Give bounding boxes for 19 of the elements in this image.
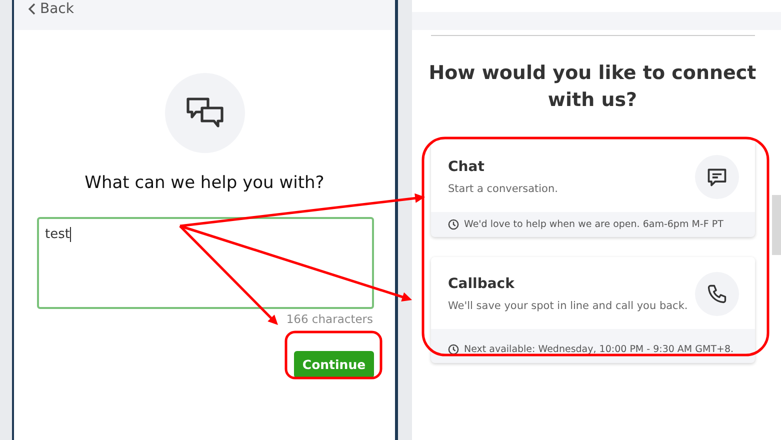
- availability-note: We'd love to help when we are open. 6am-6pm M-F PT: [464, 219, 724, 230]
- contact-option-card[interactable]: Callback We'll save your spot in line and call you back. Next available: Wednesday, 10:00 PM - 9:30 AM GMT+8.: [431, 257, 755, 363]
- option-title: Callback: [448, 276, 516, 292]
- contact-option-card[interactable]: Chat Start a conversation. We'd love to help when we are open. 6am-6pm M-F PT: [431, 140, 755, 237]
- option-title: Chat: [448, 159, 486, 175]
- option-description: We'll save your spot in line and call you back.: [448, 300, 689, 312]
- phone-icon: [706, 283, 728, 305]
- message-input[interactable]: test: [37, 217, 374, 309]
- scrollbar[interactable]: [772, 195, 781, 255]
- character-count: 166 characters: [285, 312, 373, 326]
- message-icon: [706, 166, 728, 188]
- clock-icon: [448, 344, 459, 355]
- back-button[interactable]: Back: [28, 1, 74, 17]
- question-heading: What can we help you with?: [84, 173, 326, 193]
- availability-note: Next available: Wednesday, 10:00 PM - 9:30 AM GMT+8.: [464, 344, 734, 355]
- connect-heading: How would you like to connect with us?: [428, 61, 758, 113]
- chevron-left-icon: [28, 3, 36, 15]
- clock-icon: [448, 219, 459, 230]
- option-description: Start a conversation.: [448, 183, 559, 195]
